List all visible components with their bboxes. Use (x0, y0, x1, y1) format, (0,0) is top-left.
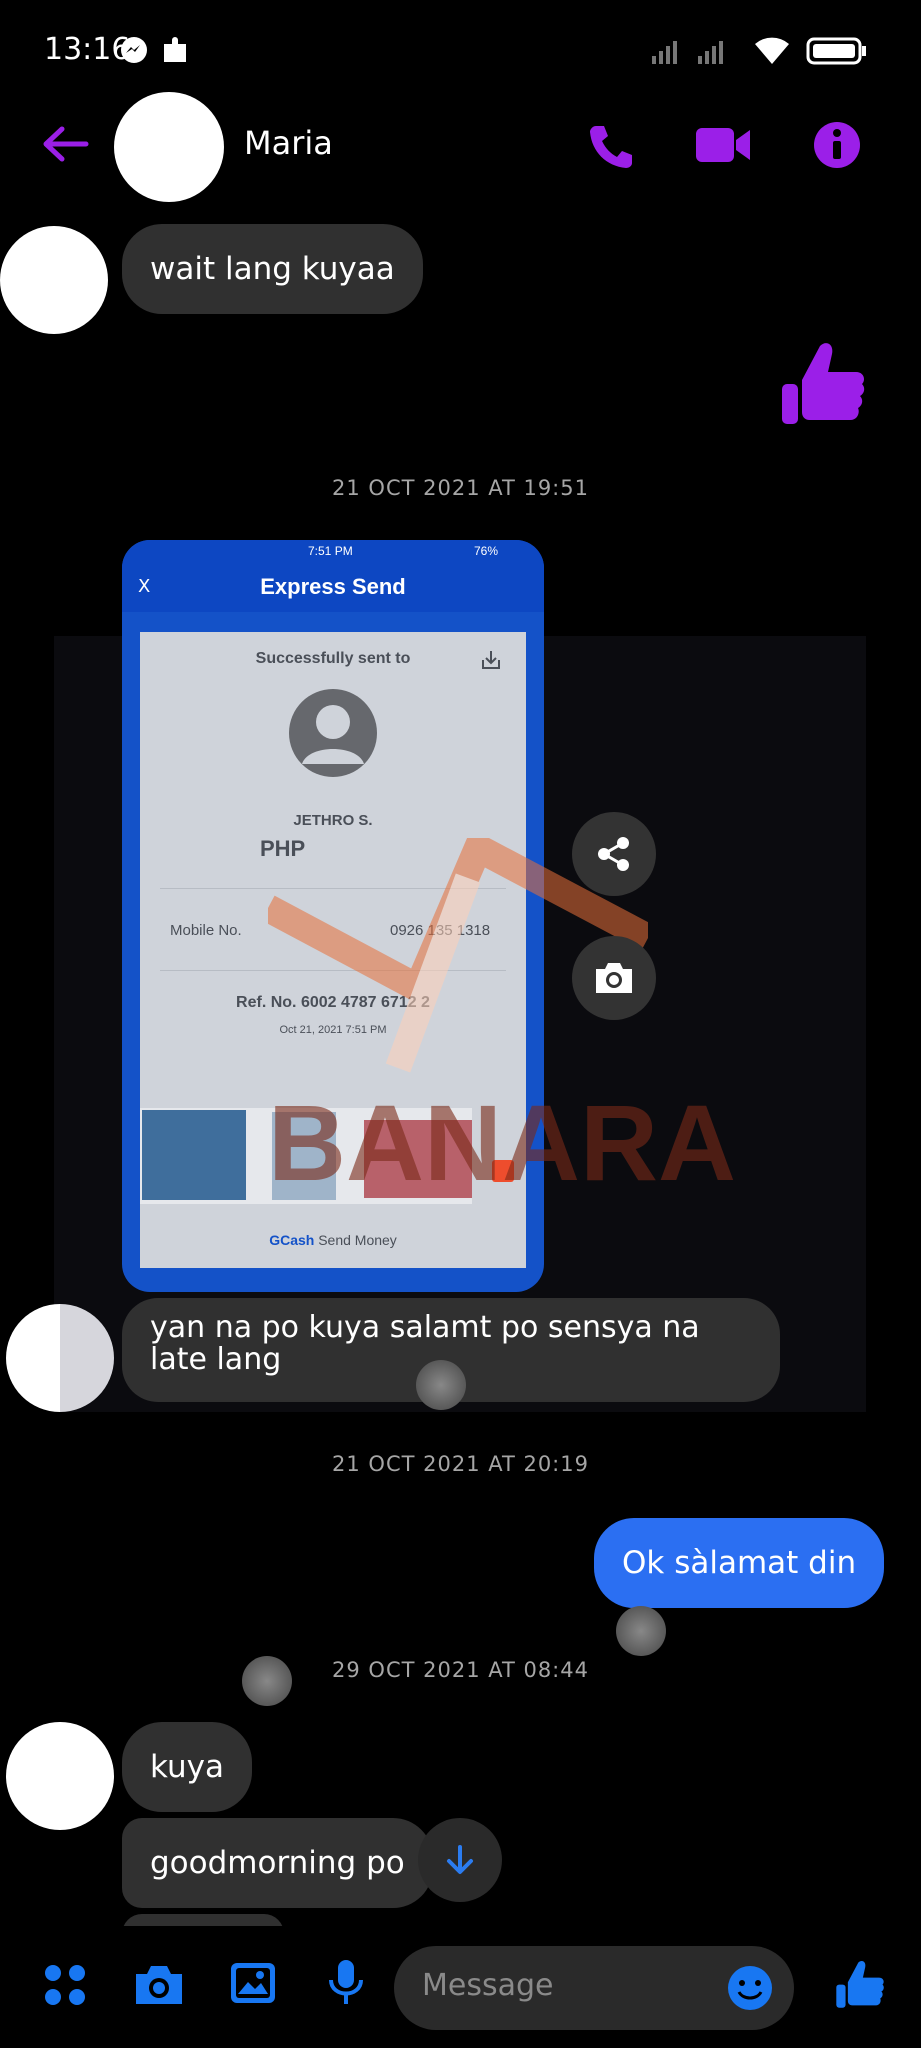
sender-avatar[interactable] (6, 1722, 114, 1830)
emoji-icon[interactable] (726, 1964, 774, 2016)
contact-name[interactable]: Maria (244, 124, 333, 162)
camera-icon[interactable] (132, 1962, 186, 2012)
recipient-name: JETHRO S. (293, 812, 373, 829)
share-button[interactable] (572, 812, 656, 896)
camera-button[interactable] (572, 936, 656, 1020)
back-arrow-icon[interactable] (40, 124, 90, 168)
camera-icon (596, 963, 632, 993)
message-bubble-sent[interactable]: Ok sàlamat din (594, 1518, 885, 1608)
sender-avatar[interactable] (0, 226, 108, 334)
share-icon (598, 837, 629, 871)
read-receipt (616, 1606, 666, 1656)
message-placeholder: Message (422, 1968, 554, 2003)
gcash-brand: GCash (269, 1232, 315, 1248)
mobile-label: Mobile No. (170, 922, 242, 939)
info-icon[interactable] (812, 120, 862, 174)
arrow-down-icon (447, 1845, 473, 1874)
read-receipt (416, 1360, 466, 1410)
wifi-icon (752, 34, 792, 70)
footer-text: Send Money (318, 1232, 397, 1248)
timestamp: 21 OCT 2021 AT 20:19 (332, 1452, 589, 1476)
sender-avatar[interactable] (6, 1304, 114, 1412)
phone-time: 7:51 PM (308, 544, 353, 558)
timestamp: 21 OCT 2021 AT 19:51 (332, 476, 589, 500)
message-bubble[interactable]: kuya (122, 1722, 252, 1812)
thumbs-up-sticker-icon[interactable] (780, 338, 866, 432)
message-bubble[interactable]: wait lang kuyaa (122, 224, 423, 314)
message-bubble[interactable]: goodmorning po (122, 1818, 433, 1908)
messenger-notification-icon (120, 36, 148, 68)
status-time: 13:16 (44, 32, 131, 67)
receipt-title: Express Send (260, 574, 406, 599)
video-call-icon[interactable] (694, 124, 754, 170)
signal-icon (650, 36, 740, 70)
recipient-avatar-icon (288, 688, 378, 782)
like-icon[interactable] (834, 1958, 886, 2014)
battery-icon (806, 36, 868, 70)
phone-battery: 76% (474, 544, 499, 558)
timestamp: 29 OCT 2021 AT 08:44 (332, 1658, 589, 1682)
phone-call-icon[interactable] (586, 122, 636, 174)
puzzle-notification-icon (160, 34, 192, 70)
scroll-to-bottom-button[interactable] (418, 1818, 502, 1902)
contact-avatar[interactable] (114, 92, 224, 202)
gallery-icon[interactable] (228, 1960, 278, 2010)
download-icon (480, 648, 502, 676)
microphone-icon[interactable] (326, 1958, 366, 2012)
sent-to-label: Successfully sent to (255, 650, 411, 667)
watermark-text: BANARA (268, 1082, 736, 1203)
apps-icon[interactable] (42, 1962, 88, 2012)
message-input[interactable]: Message (394, 1946, 794, 2030)
